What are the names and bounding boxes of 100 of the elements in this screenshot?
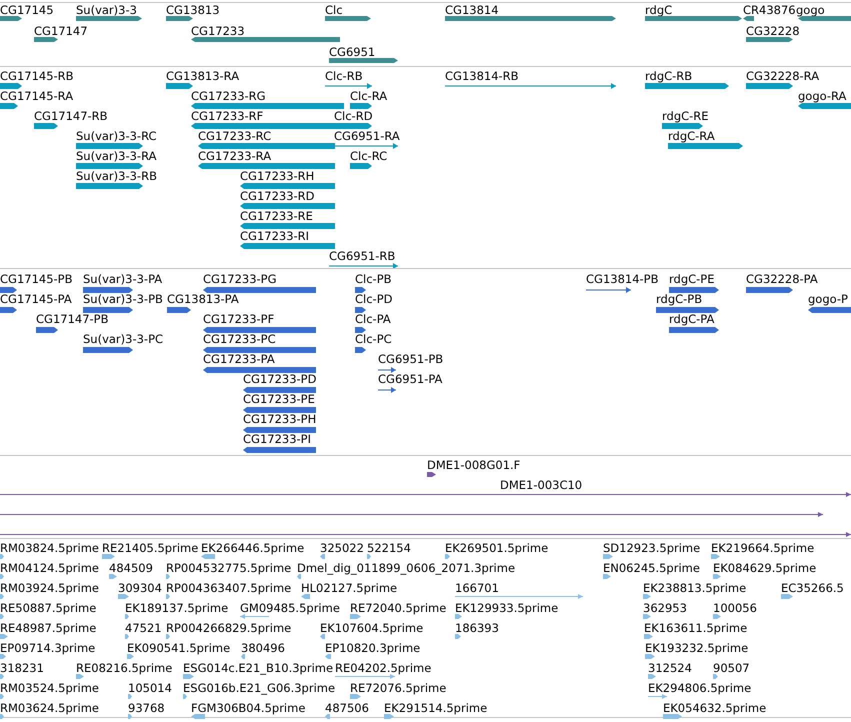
feature-label: EP10820.3prime bbox=[325, 641, 420, 655]
feature-label: Su(var)3-3 bbox=[76, 3, 137, 17]
feature-label: CG17233-PH bbox=[243, 412, 316, 426]
feature-label: HL02127.5prime bbox=[301, 581, 398, 595]
feature-label: CG6951-RB bbox=[329, 249, 396, 263]
feature-label: 186393 bbox=[455, 621, 499, 635]
feature-label: 105014 bbox=[128, 681, 172, 695]
feature-label: RM03824.5prime bbox=[0, 541, 99, 555]
feature-label: RP004266829.5prime bbox=[166, 621, 292, 635]
feature-label: 312524 bbox=[648, 661, 692, 675]
feature-label: GM09485.5prime bbox=[240, 601, 340, 615]
feature-label: EK163611.5prime bbox=[644, 621, 748, 635]
feature-label: EK189137.5prime bbox=[125, 601, 228, 615]
feature-label: RM04124.5prime bbox=[0, 561, 99, 575]
feature-label: EK219664.5prime bbox=[711, 541, 814, 555]
feature-label: gogo bbox=[796, 3, 825, 17]
feature-label: 522154 bbox=[367, 541, 411, 555]
feature-label: 484509 bbox=[109, 561, 153, 575]
feature-label: 309304 bbox=[118, 581, 162, 595]
feature-label: CG17147 bbox=[34, 24, 88, 38]
feature-label: 100056 bbox=[713, 601, 757, 615]
feature-label: 93768 bbox=[128, 701, 165, 715]
feature-label: EN06245.5prime bbox=[603, 561, 700, 575]
feature-label: CG17233-PI bbox=[243, 432, 312, 446]
feature-label: DME1-003C10 bbox=[500, 478, 582, 492]
feature-label: Clc bbox=[325, 3, 343, 17]
feature-label: RE72040.5prime bbox=[350, 601, 446, 615]
feature-label: CG17145-PA bbox=[0, 292, 72, 306]
feature-label: CG17233-RD bbox=[240, 189, 315, 203]
feature-label: rdgC-RB bbox=[645, 69, 692, 83]
feature-label: Clc-RC bbox=[350, 149, 388, 163]
feature-label: RP004363407.5prime bbox=[166, 581, 292, 595]
feature-label: RP004532775.5prime bbox=[166, 561, 292, 575]
feature-label: EK266446.5prime bbox=[201, 541, 304, 555]
feature-label: 487506 bbox=[325, 701, 369, 715]
feature-label: CG32228-RA bbox=[746, 69, 820, 83]
feature-label: CG17147-PB bbox=[36, 312, 108, 326]
feature-label: EK107604.5prime bbox=[320, 621, 424, 635]
feature-label: EC35266.5 bbox=[781, 581, 844, 595]
feature-label: EK238813.5prime bbox=[643, 581, 746, 595]
feature-label: RE04202.5prime bbox=[335, 661, 432, 675]
feature-label: CG17233-PE bbox=[243, 392, 315, 406]
feature-label: CG13814-RB bbox=[445, 69, 519, 83]
feature-label: rdgC-RA bbox=[668, 129, 715, 143]
feature-label: EP09714.3prime bbox=[0, 641, 96, 655]
feature-label: 47521 bbox=[125, 621, 162, 635]
feature-label: 362953 bbox=[643, 601, 687, 615]
feature-label: CG6951-RA bbox=[334, 129, 400, 143]
feature-label: CG17145 bbox=[0, 3, 54, 17]
feature-label: CG17147-RB bbox=[34, 109, 108, 123]
feature-label: EK090541.5prime bbox=[127, 641, 230, 655]
feature-label: 318231 bbox=[0, 661, 44, 675]
feature-label: ESG014c.E21_B10.3prime bbox=[183, 661, 334, 675]
feature-label: CG17233-PF bbox=[203, 312, 274, 326]
feature-label: EK294806.5prime bbox=[648, 681, 752, 695]
feature-label: RE48987.5prime bbox=[0, 621, 96, 635]
feature-label: CG13814 bbox=[445, 3, 499, 17]
feature-label: EK193232.5prime bbox=[645, 641, 748, 655]
feature-label: rdgC-PA bbox=[669, 312, 714, 326]
feature-label: rdgC-PE bbox=[669, 272, 715, 286]
feature-label: CG17145-RA bbox=[0, 89, 74, 103]
feature-label: gogo-RA bbox=[798, 89, 846, 103]
feature-label: Clc-RA bbox=[350, 89, 388, 103]
feature-label: CG13813-RA bbox=[166, 69, 240, 83]
feature-label: CG17233-RF bbox=[191, 109, 264, 123]
feature-label: CG13814-PB bbox=[586, 272, 658, 286]
feature-label: 90507 bbox=[713, 661, 750, 675]
feature-label: CR43876 bbox=[743, 3, 796, 17]
feature-label: RM03624.5prime bbox=[0, 701, 99, 715]
feature-label: CG32228-PA bbox=[746, 272, 818, 286]
feature-label: rdgC-RE bbox=[662, 109, 709, 123]
feature-label: CG17233-PC bbox=[203, 332, 276, 346]
feature-label: CG13813-PA bbox=[167, 292, 239, 306]
feature-label: Clc-PD bbox=[355, 292, 392, 306]
feature-label: CG17233-RE bbox=[240, 209, 313, 223]
feature-label: EK054632.5prime bbox=[663, 701, 766, 715]
feature-label: CG17233-PG bbox=[203, 272, 277, 286]
feature-label: gogo-P bbox=[808, 292, 848, 306]
feature-label: EK269501.5prime bbox=[445, 541, 548, 555]
feature-label: ESG016b.E21_G06.3prime bbox=[183, 681, 336, 695]
feature-label: rdgC-PB bbox=[656, 292, 702, 306]
feature-label: DME1-008G01.F bbox=[427, 458, 520, 472]
feature-label: RM03524.5prime bbox=[0, 681, 99, 695]
feature-label: RE72076.5prime bbox=[350, 681, 446, 695]
feature-label: FGM306B04.5prime bbox=[191, 701, 306, 715]
feature-label: CG6951-PA bbox=[378, 372, 442, 386]
feature-label: CG17233-RI bbox=[240, 229, 310, 243]
feature-label: CG17233-PD bbox=[243, 372, 316, 386]
feature-label: Su(var)3-3-PB bbox=[83, 292, 163, 306]
feature-label: CG6951 bbox=[329, 45, 376, 59]
feature-label: Su(var)3-3-RA bbox=[76, 149, 156, 163]
feature-label: EK084629.5prime bbox=[713, 561, 816, 575]
feature-label: CG32228 bbox=[746, 24, 800, 38]
feature-label: EK291514.5prime bbox=[384, 701, 488, 715]
feature-label: Su(var)3-3-PC bbox=[83, 332, 164, 346]
feature-label: CG13813 bbox=[166, 3, 220, 17]
feature-label: CG17233-RA bbox=[198, 149, 272, 163]
feature-label: rdgC bbox=[645, 3, 672, 17]
feature-label: Clc-RD bbox=[334, 109, 373, 123]
feature-label: Su(var)3-3-PA bbox=[83, 272, 162, 286]
